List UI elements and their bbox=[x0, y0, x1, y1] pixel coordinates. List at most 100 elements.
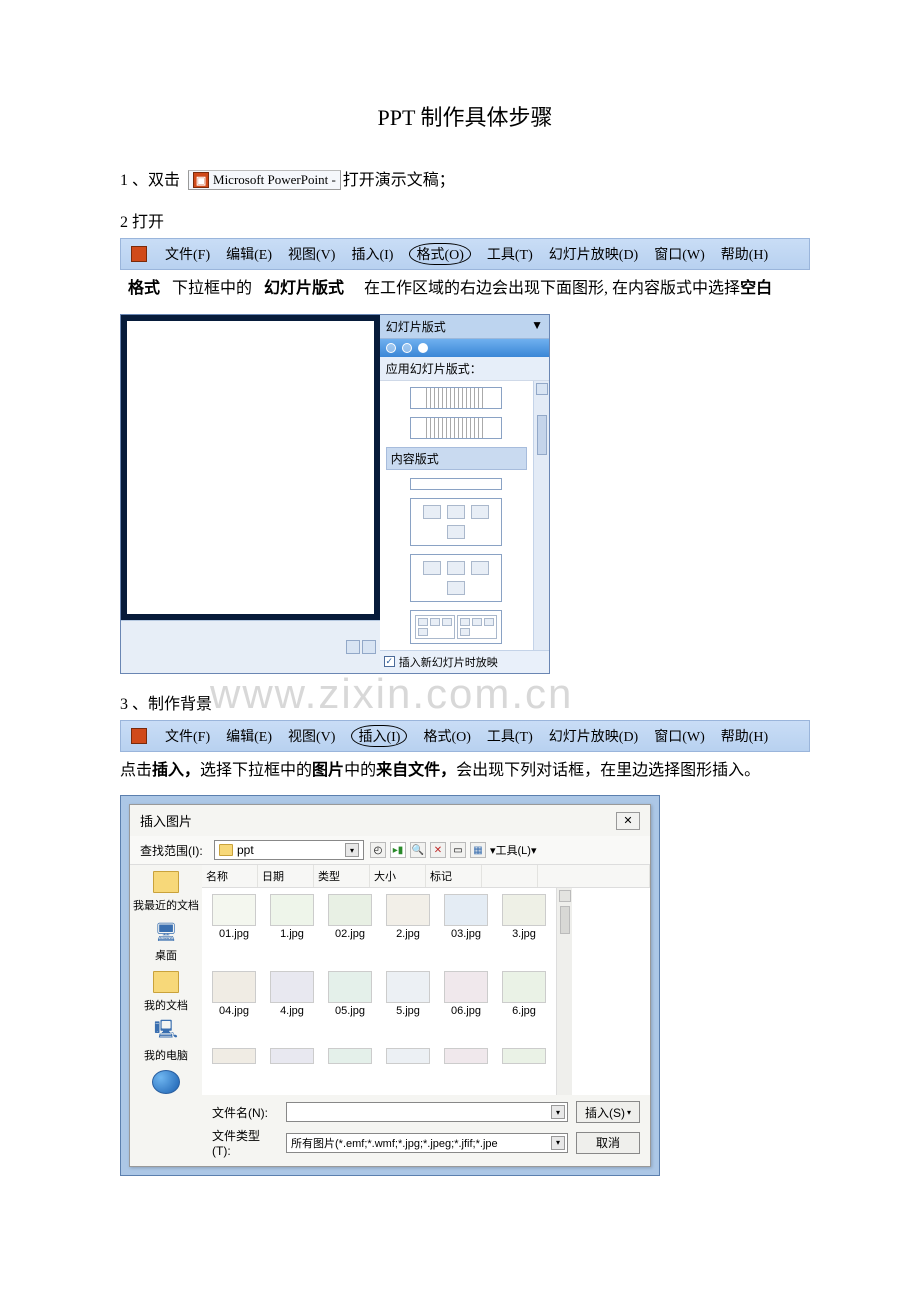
menu-slideshow[interactable]: 幻灯片放映(D) bbox=[549, 726, 638, 746]
close-button[interactable]: ✕ bbox=[616, 812, 640, 830]
lookin-combo[interactable]: ppt ▾ bbox=[214, 840, 364, 860]
file-name: 03.jpg bbox=[451, 928, 481, 940]
layout-thumb[interactable] bbox=[410, 387, 502, 409]
place-mydocs[interactable]: 我的文档 bbox=[144, 969, 188, 1013]
newfolder-icon[interactable]: ▭ bbox=[450, 842, 466, 858]
menu-window[interactable]: 窗口(W) bbox=[654, 726, 705, 746]
menu-file[interactable]: 文件(F) bbox=[165, 244, 210, 264]
file-name: 02.jpg bbox=[335, 928, 365, 940]
menu-slideshow[interactable]: 幻灯片放映(D) bbox=[549, 244, 638, 264]
folder-icon bbox=[219, 844, 233, 856]
cancel-button[interactable]: 取消 bbox=[576, 1132, 640, 1154]
menu-help[interactable]: 帮助(H) bbox=[721, 244, 768, 264]
scroll-up-icon[interactable] bbox=[559, 890, 571, 902]
menu-window[interactable]: 窗口(W) bbox=[654, 244, 705, 264]
scroll-btn[interactable] bbox=[346, 640, 360, 654]
menu-help[interactable]: 帮助(H) bbox=[721, 726, 768, 746]
layout-thumb[interactable] bbox=[410, 554, 502, 602]
taskpane-scrollbar[interactable] bbox=[533, 381, 549, 650]
file-item[interactable]: 04.jpg bbox=[206, 969, 262, 1044]
file-name: 6.jpg bbox=[512, 1005, 536, 1017]
txt: 会出现下列对话框，在里边选择图形插入。 bbox=[456, 762, 760, 779]
col-tag[interactable]: 标记 bbox=[426, 865, 482, 887]
dropdown-icon[interactable]: ▾ bbox=[551, 1136, 565, 1150]
file-item[interactable] bbox=[206, 1046, 262, 1091]
place-mycomp[interactable]: 🖳我的电脑 bbox=[144, 1019, 188, 1063]
menu-tools[interactable]: 工具(T) bbox=[487, 726, 533, 746]
checkbox-icon[interactable]: ✓ bbox=[384, 656, 395, 667]
menu-file[interactable]: 文件(F) bbox=[165, 726, 210, 746]
step-1-suffix: 打开演示文稿； bbox=[343, 166, 455, 190]
file-list-area: 名称 日期 类型 大小 标记 01.jpg 1.jpg 02.jpg 2.jpg 03.… bbox=[202, 865, 650, 1095]
col-name[interactable]: 名称 bbox=[202, 865, 258, 887]
col-date[interactable]: 日期 bbox=[258, 865, 314, 887]
scroll-thumb[interactable] bbox=[537, 415, 547, 455]
layout-thumb-blank[interactable] bbox=[410, 478, 502, 490]
dialog-footer: 文件名(N): ▾ 插入(S)▾ 文件类型(T): 所有图片(*.emf;*.w… bbox=[130, 1095, 650, 1166]
powerpoint-shortcut: ▣ Microsoft PowerPoint - bbox=[188, 170, 341, 190]
menu-edit[interactable]: 编辑(E) bbox=[226, 726, 272, 746]
file-item[interactable]: 4.jpg bbox=[264, 969, 320, 1044]
file-item[interactable]: 5.jpg bbox=[380, 969, 436, 1044]
layout-thumb[interactable] bbox=[410, 417, 502, 439]
up-icon[interactable]: ▸▮ bbox=[390, 842, 406, 858]
filelist-scrollbar[interactable] bbox=[556, 888, 572, 1095]
col-size[interactable]: 大小 bbox=[370, 865, 426, 887]
app-icon bbox=[131, 246, 147, 262]
dropdown-icon[interactable]: ▾ bbox=[551, 1105, 565, 1119]
insert-button[interactable]: 插入(S)▾ bbox=[576, 1101, 640, 1123]
file-item[interactable]: 06.jpg bbox=[438, 969, 494, 1044]
menu-view[interactable]: 视图(V) bbox=[288, 244, 335, 264]
nav-back-icon[interactable] bbox=[386, 343, 396, 353]
file-thumb bbox=[386, 1048, 430, 1064]
dropdown-icon[interactable]: ▾ bbox=[345, 843, 359, 857]
scroll-btn[interactable] bbox=[362, 640, 376, 654]
views-icon[interactable]: ▦ bbox=[470, 842, 486, 858]
file-item[interactable] bbox=[322, 1046, 378, 1091]
menu-format-circled[interactable]: 格式(O) bbox=[409, 243, 470, 265]
layout-thumb[interactable] bbox=[410, 610, 502, 644]
file-item[interactable]: 6.jpg bbox=[496, 969, 552, 1044]
file-thumb bbox=[328, 1048, 372, 1064]
file-item[interactable] bbox=[496, 1046, 552, 1091]
file-item[interactable]: 03.jpg bbox=[438, 892, 494, 967]
file-item[interactable]: 1.jpg bbox=[264, 892, 320, 967]
file-item[interactable]: 3.jpg bbox=[496, 892, 552, 967]
menu-format[interactable]: 格式(O) bbox=[423, 726, 470, 746]
tools-menu[interactable]: ▾工具(L)▾ bbox=[490, 842, 537, 858]
layout-thumb[interactable] bbox=[410, 498, 502, 546]
step-2-explain: 格式 下拉框中的 幻灯片版式 在工作区域的右边会出现下面图形, 在内容版式中选择… bbox=[120, 276, 810, 302]
nav-home-icon[interactable] bbox=[418, 343, 428, 353]
file-name: 01.jpg bbox=[219, 928, 249, 940]
step-3-label: 3 、制作背景 bbox=[120, 690, 810, 714]
place-desktop[interactable]: 🖥桌面 bbox=[151, 919, 181, 963]
menu-view[interactable]: 视图(V) bbox=[288, 726, 335, 746]
file-item[interactable] bbox=[438, 1046, 494, 1091]
filename-field[interactable]: ▾ bbox=[286, 1102, 568, 1122]
search-icon[interactable]: 🔍 bbox=[410, 842, 426, 858]
filetype-field[interactable]: 所有图片(*.emf;*.wmf;*.jpg;*.jpeg;*.jfif;*.j… bbox=[286, 1133, 568, 1153]
col-type[interactable]: 类型 bbox=[314, 865, 370, 887]
menu-insert-circled[interactable]: 插入(I) bbox=[351, 725, 407, 747]
file-item[interactable]: 01.jpg bbox=[206, 892, 262, 967]
back-icon[interactable]: ◴ bbox=[370, 842, 386, 858]
step-2-label: 2 打开 bbox=[120, 208, 810, 232]
menu-insert[interactable]: 插入(I) bbox=[351, 244, 393, 264]
menu-edit[interactable]: 编辑(E) bbox=[226, 244, 272, 264]
scroll-thumb[interactable] bbox=[560, 906, 570, 934]
place-network[interactable] bbox=[151, 1069, 181, 1095]
nav-fwd-icon[interactable] bbox=[402, 343, 412, 353]
place-label: 我的文档 bbox=[144, 997, 188, 1013]
delete-icon[interactable]: ✕ bbox=[430, 842, 446, 858]
file-name: 1.jpg bbox=[280, 928, 304, 940]
menu-tools[interactable]: 工具(T) bbox=[487, 244, 533, 264]
file-item[interactable] bbox=[380, 1046, 436, 1091]
taskpane-footer: ✓ 插入新幻灯片时放映 bbox=[380, 650, 549, 673]
content-layout-label: 内容版式 bbox=[386, 447, 527, 470]
file-item[interactable]: 2.jpg bbox=[380, 892, 436, 967]
scroll-up-icon[interactable] bbox=[536, 383, 548, 395]
file-item[interactable]: 05.jpg bbox=[322, 969, 378, 1044]
place-recent[interactable]: 我最近的文档 bbox=[133, 869, 199, 913]
file-item[interactable]: 02.jpg bbox=[322, 892, 378, 967]
file-item[interactable] bbox=[264, 1046, 320, 1091]
